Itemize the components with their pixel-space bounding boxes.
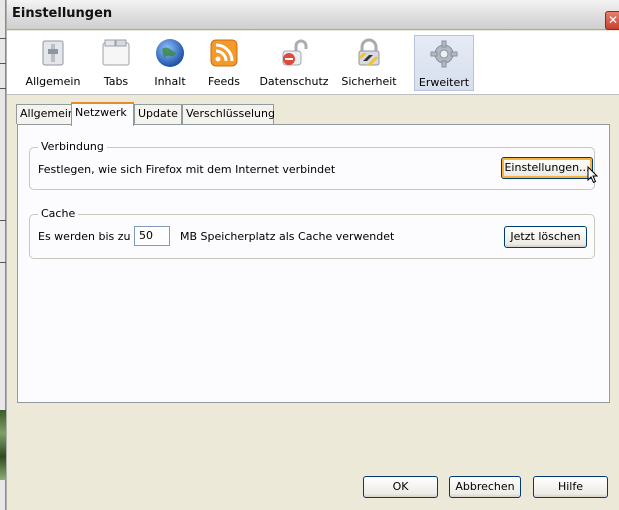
subtab-update[interactable]: Update — [134, 104, 182, 124]
subtab-label: Netzwerk — [75, 106, 127, 119]
preferences-pane-toolbar: Allgemein Tabs Inhalt Feeds Datenschutz … — [7, 31, 619, 95]
pane-label: Sicherheit — [341, 75, 397, 88]
privacy-lock-icon — [282, 39, 308, 66]
cache-size-input[interactable]: 50 — [134, 226, 170, 246]
button-label: Jetzt löschen — [510, 230, 581, 243]
window-title: Einstellungen — [12, 6, 113, 21]
mouse-pointer-icon — [587, 166, 599, 184]
pane-tabs[interactable]: Tabs — [93, 35, 139, 91]
subtab-label: Update — [138, 107, 178, 120]
pane-label: Tabs — [103, 75, 129, 88]
subtab-verschluesselung[interactable]: Verschlüsselung — [182, 104, 275, 124]
clear-cache-button[interactable]: Jetzt löschen — [504, 226, 587, 248]
pane-feeds[interactable]: Feeds — [201, 35, 247, 91]
subtab-allgemein[interactable]: Allgemein — [16, 104, 75, 124]
subtab-label: Allgemein — [20, 107, 75, 120]
button-label: Einstellungen... — [504, 161, 590, 174]
button-label: Hilfe — [557, 480, 584, 493]
ok-button[interactable]: OK — [363, 476, 438, 498]
tabs-window-icon — [102, 39, 130, 66]
general-switch-icon — [42, 40, 64, 66]
pane-label: Datenschutz — [259, 75, 329, 88]
pane-sicherheit[interactable]: Sicherheit — [339, 35, 399, 91]
pane-label: Inhalt — [154, 75, 186, 88]
subtab-netzwerk[interactable]: Netzwerk — [71, 102, 134, 126]
cancel-button[interactable]: Abbrechen — [449, 476, 521, 498]
netzwerk-panel: Verbindung Festlegen, wie sich Firefox m… — [17, 124, 610, 403]
pane-allgemein[interactable]: Allgemein — [24, 35, 82, 91]
pane-label: Erweitert — [418, 76, 470, 89]
cache-legend: Cache — [38, 207, 79, 220]
pane-erweitert[interactable]: Erweitert — [414, 35, 474, 91]
help-button[interactable]: Hilfe — [533, 476, 608, 498]
connection-description: Festlegen, wie sich Firefox mit dem Inte… — [38, 163, 336, 176]
cache-group: Cache Es werden bis zu 50 MB Speicherpla… — [29, 207, 595, 259]
pane-label: Feeds — [208, 75, 240, 88]
close-icon: ✕ — [607, 13, 619, 27]
content-globe-icon — [156, 39, 184, 67]
pane-inhalt[interactable]: Inhalt — [147, 35, 193, 91]
button-label: Abbrechen — [455, 480, 515, 493]
button-label: OK — [392, 480, 409, 493]
title-bar[interactable]: Einstellungen ✕ — [7, 0, 619, 30]
connection-settings-button[interactable]: Einstellungen... — [501, 157, 593, 179]
pane-label: Allgemein — [25, 75, 81, 88]
advanced-gear-icon — [430, 40, 458, 68]
connection-group: Verbindung Festlegen, wie sich Firefox m… — [29, 140, 599, 190]
preferences-dialog: Einstellungen ✕ Allgemein Tabs Inhalt Fe… — [6, 0, 619, 510]
close-button[interactable]: ✕ — [605, 11, 619, 30]
pane-content: Allgemein Netzwerk Update Verschlüsselun… — [7, 95, 619, 510]
cache-suffix-label: MB Speicherplatz als Cache verwendet — [180, 230, 395, 243]
security-padlock-icon — [358, 38, 380, 66]
subtab-label: Verschlüsselung — [186, 107, 275, 120]
connection-legend: Verbindung — [38, 140, 107, 153]
rss-feed-icon — [210, 39, 238, 67]
cache-prefix-label: Es werden bis zu — [38, 230, 131, 243]
pane-datenschutz[interactable]: Datenschutz — [259, 35, 329, 91]
